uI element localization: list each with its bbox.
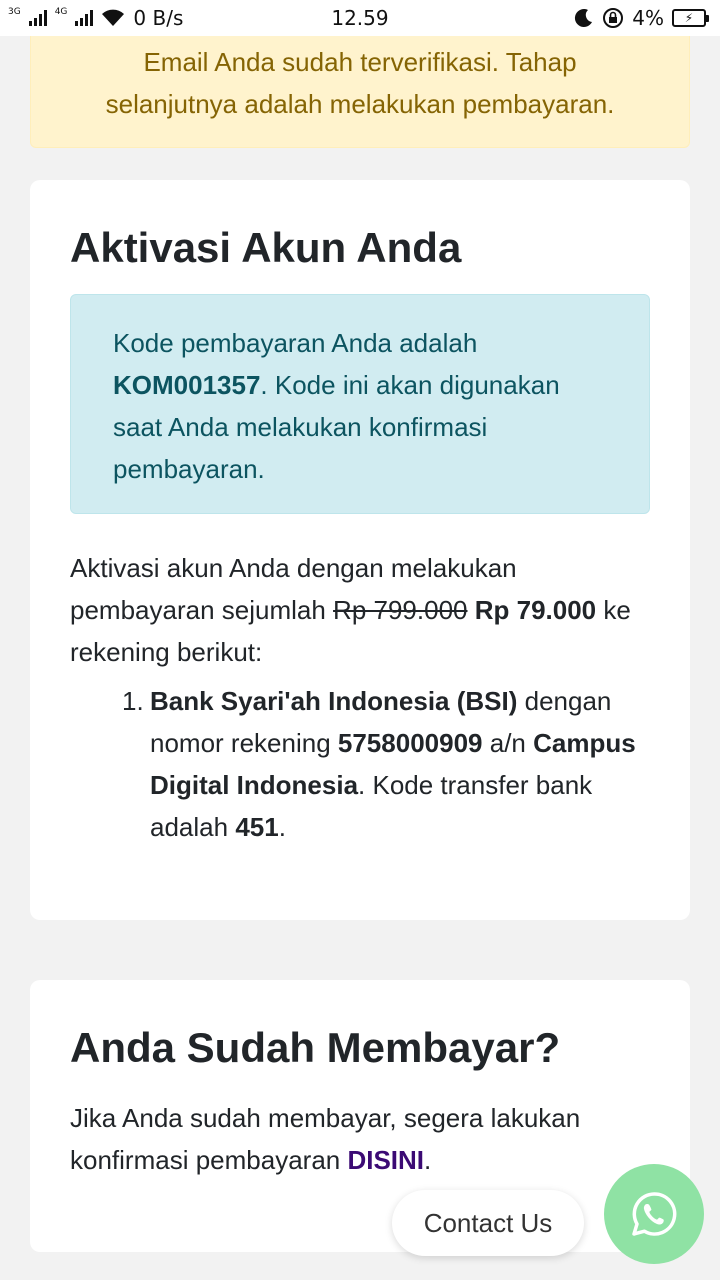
payment-code-intro: Kode pembayaran Anda adalah [113, 328, 478, 358]
confirm-end: . [424, 1145, 432, 1175]
signal-icon-2 [75, 10, 94, 26]
wifi-icon [102, 9, 125, 26]
confirm-title: Anda Sudah Membayar? [70, 1024, 561, 1071]
contact-us-button[interactable]: Contact Us [392, 1190, 584, 1256]
payment-confirm-card: Anda Sudah Membayar? Jika Anda sudah mem… [30, 980, 690, 1252]
payment-code: KOM001357 [113, 370, 261, 400]
transfer-code: 451 [235, 812, 279, 842]
bank-text-2: a/n [489, 728, 526, 758]
contact-us-label: Contact Us [423, 1207, 553, 1238]
activation-description: Aktivasi akun Anda dengan melakukan pemb… [70, 547, 660, 673]
confirm-link[interactable]: DISINI [347, 1145, 424, 1175]
rotation-lock-icon [603, 8, 624, 28]
battery-percent: 4% [632, 6, 664, 30]
activation-title: Aktivasi Akun Anda [70, 224, 462, 271]
confirm-text: Jika Anda sudah membayar, segera lakukan… [70, 1103, 581, 1175]
network-speed: 0 B/s [133, 6, 184, 30]
bank-name: Bank Syari'ah Indonesia (BSI) [150, 686, 518, 716]
network-type-2: 4G [54, 6, 68, 17]
network-type-1: 3G [8, 6, 21, 17]
old-price: Rp 799.000 [333, 595, 468, 625]
signal-icon-1 [28, 10, 47, 26]
bank-list-item: Bank Syari'ah Indonesia (BSI) dengan nom… [150, 680, 660, 848]
status-bar: 3G 4G 0 B/s 12.59 4% ⚡ [0, 0, 720, 36]
verification-alert: Email Anda sudah terverifikasi. Tahap se… [30, 30, 690, 148]
alert-line-2: selanjutnya adalah melakukan pembayaran. [105, 89, 615, 119]
account-number: 5758000909 [337, 728, 483, 758]
new-price: Rp 79.000 [474, 595, 597, 625]
whatsapp-icon [632, 1192, 677, 1236]
whatsapp-button[interactable] [604, 1164, 704, 1264]
status-left: 3G 4G 0 B/s [8, 6, 183, 30]
status-right: 4% ⚡ [574, 6, 709, 30]
moon-icon [575, 9, 593, 28]
bank-list-number: 1. [122, 686, 144, 716]
bank-text-4: . [278, 812, 286, 842]
bank-list: 1. Bank Syari'ah Indonesia (BSI) dengan … [122, 680, 660, 848]
activation-card: Aktivasi Akun Anda Kode pembayaran Anda … [30, 180, 690, 920]
battery-charging-icon: ⚡ [672, 9, 709, 27]
alert-line-1: Email Anda sudah terverifikasi. Tahap [143, 47, 577, 77]
confirm-description: Jika Anda sudah membayar, segera lakukan… [70, 1097, 660, 1181]
payment-code-alert: Kode pembayaran Anda adalah KOM001357. K… [70, 294, 650, 514]
